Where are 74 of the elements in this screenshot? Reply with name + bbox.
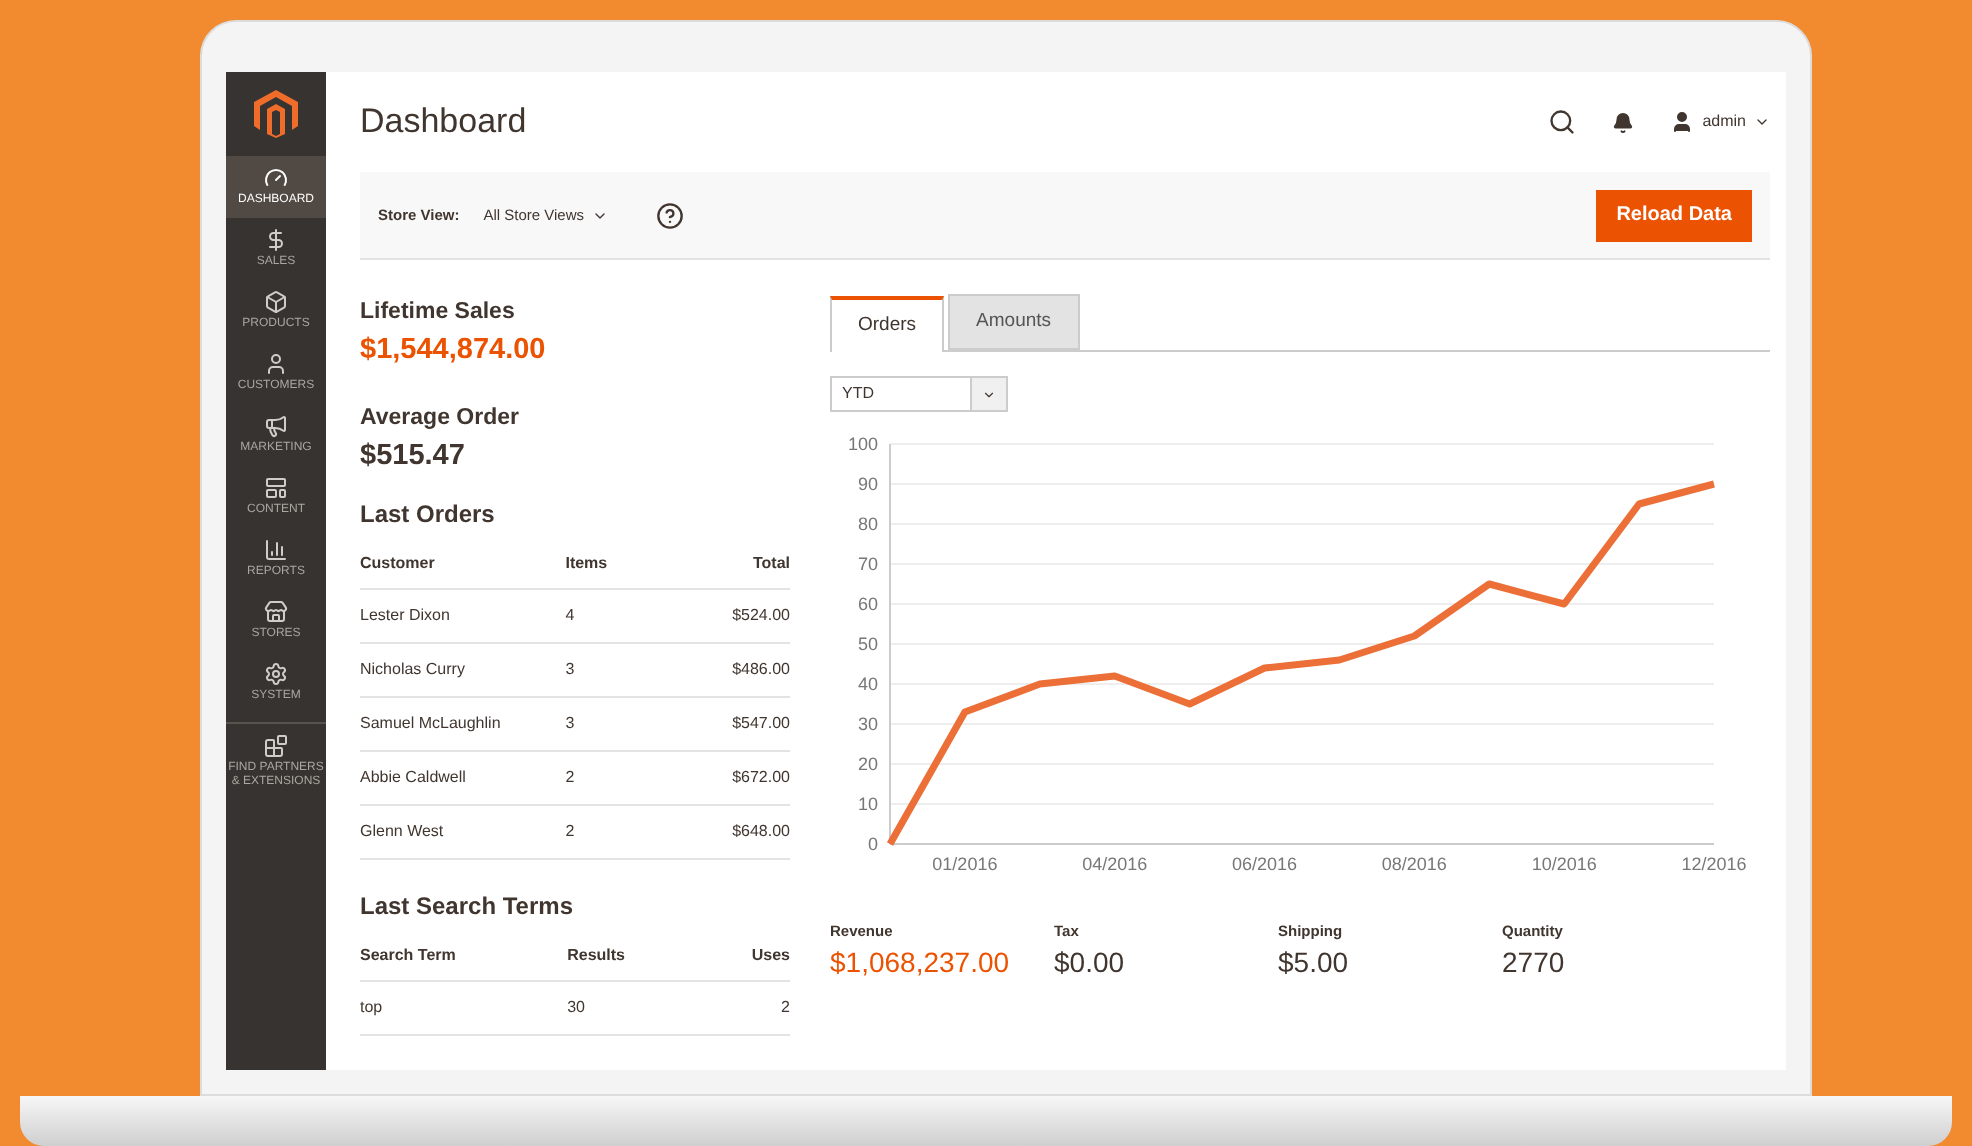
table-cell: 2 xyxy=(707,981,790,1035)
table-cell: $672.00 xyxy=(705,751,790,805)
tab[interactable]: Amounts xyxy=(948,294,1080,350)
stat-label: Average Order xyxy=(360,404,521,434)
period-dropdown[interactable]: YTD xyxy=(830,376,1008,412)
y-tick-label: 50 xyxy=(857,634,878,654)
total-value: $0.00 xyxy=(1054,944,1127,983)
blocks-icon xyxy=(264,734,288,758)
table-cell: 3 xyxy=(565,697,706,751)
gear-icon xyxy=(264,662,288,686)
box-icon xyxy=(264,290,288,314)
average-order-value: $515.47 xyxy=(360,438,467,477)
table-cell: Lester Dixon xyxy=(360,589,566,643)
search-icon[interactable] xyxy=(1548,108,1577,136)
caret-icon xyxy=(1754,114,1770,130)
megaphone-icon xyxy=(264,414,288,438)
table-cell: 3 xyxy=(565,643,706,697)
caret-icon xyxy=(982,387,996,401)
column-header: Search Term xyxy=(360,932,568,981)
person-icon xyxy=(264,352,288,376)
total-value: $5.00 xyxy=(1278,944,1351,983)
column-header: Customer xyxy=(360,540,566,589)
user-menu[interactable]: admin xyxy=(1670,110,1770,134)
section-title: Last Orders xyxy=(360,498,497,532)
table-cell: 2 xyxy=(565,751,706,805)
tab[interactable]: Orders xyxy=(830,296,945,352)
y-tick-label: 30 xyxy=(857,714,878,734)
x-tick-label: 10/2016 xyxy=(1531,854,1597,874)
table-cell: $648.00 xyxy=(705,805,790,859)
section-title: Last Search Terms xyxy=(360,890,575,924)
help-icon[interactable] xyxy=(656,201,685,229)
logo-icon xyxy=(254,90,298,138)
table-cell: $524.00 xyxy=(705,589,790,643)
bar-chart-icon xyxy=(264,538,288,562)
column-header: Results xyxy=(567,932,708,981)
bell-icon[interactable] xyxy=(1612,111,1635,133)
table-cell: 30 xyxy=(567,981,708,1035)
x-tick-label: 12/2016 xyxy=(1681,854,1747,874)
reload-data-button[interactable]: Reload Data xyxy=(1596,189,1752,241)
gauge-icon xyxy=(264,166,288,190)
column-header: Items xyxy=(565,540,706,589)
lifetime-sales-value: $1,544,874.00 xyxy=(360,332,548,371)
y-tick-label: 40 xyxy=(857,674,878,694)
column-header: Uses xyxy=(707,932,790,981)
y-tick-label: 70 xyxy=(857,554,878,574)
storefront-icon xyxy=(264,600,288,624)
y-tick-label: 100 xyxy=(847,434,878,454)
y-tick-label: 10 xyxy=(857,794,878,814)
table-cell: Nicholas Curry xyxy=(360,643,566,697)
table-cell: Samuel McLaughlin xyxy=(360,697,566,751)
page-title: Dashboard xyxy=(360,100,529,145)
table-cell: $547.00 xyxy=(705,697,790,751)
y-tick-label: 0 xyxy=(867,834,878,854)
table-cell: Glenn West xyxy=(360,805,566,859)
x-tick-label: 04/2016 xyxy=(1082,854,1148,874)
table-cell: Abbie Caldwell xyxy=(360,751,566,805)
table-cell: 2 xyxy=(565,805,706,859)
user-icon xyxy=(1670,110,1695,134)
y-tick-label: 80 xyxy=(857,514,878,534)
table-cell: top xyxy=(360,981,568,1035)
x-tick-label: 06/2016 xyxy=(1232,854,1298,874)
total-value: $1,068,237.00 xyxy=(830,944,1012,983)
y-tick-label: 60 xyxy=(857,594,878,614)
layout-icon xyxy=(264,476,288,500)
x-tick-label: 01/2016 xyxy=(932,854,998,874)
dollar-icon xyxy=(264,228,288,252)
column-header: Total xyxy=(705,540,790,589)
table-cell: $486.00 xyxy=(705,643,790,697)
y-tick-label: 90 xyxy=(857,474,878,494)
table-cell: 4 xyxy=(565,589,706,643)
stat-label: Lifetime Sales xyxy=(360,298,517,328)
x-tick-label: 08/2016 xyxy=(1381,854,1447,874)
y-tick-label: 20 xyxy=(857,754,878,774)
total-value: 2770 xyxy=(1502,944,1567,983)
